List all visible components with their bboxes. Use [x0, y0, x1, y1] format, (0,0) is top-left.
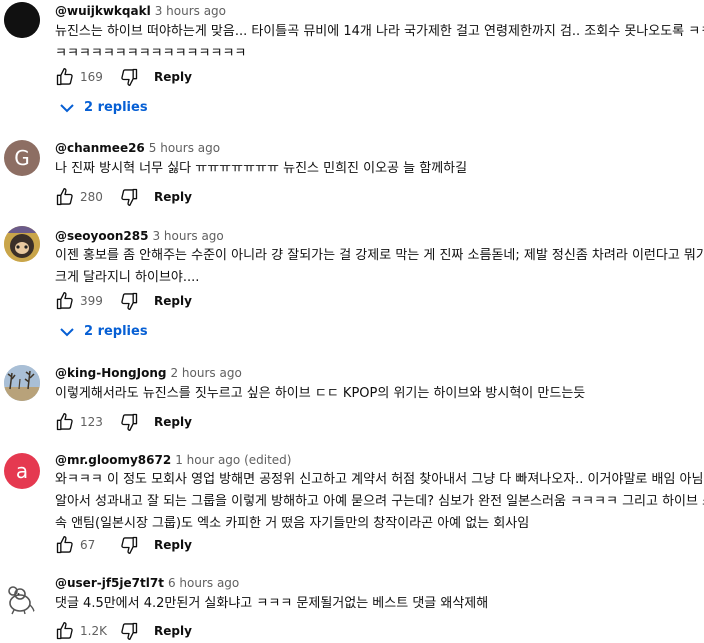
thumbs-down-icon — [121, 413, 138, 431]
replies-count-label: 2 replies — [84, 324, 148, 339]
like-count: 169 — [80, 70, 103, 84]
thumbs-down-icon — [121, 68, 138, 87]
comment-header: @user-jf5je7tl7t 6 hours ago — [55, 576, 239, 590]
comment-line: 댓글 4.5만에서 4.2만된거 실화냐고 ㅋㅋㅋ 문제될거없는 베스트 댓글 … — [55, 596, 489, 611]
like-count: 399 — [80, 294, 103, 308]
comment-text: 이렇게해서라도 뉴진스를 짓누르고 싶은 하이브 ㄷㄷ KPOP의 위기는 하이… — [55, 383, 585, 405]
like-button[interactable] — [54, 534, 76, 556]
reply-button[interactable]: Reply — [154, 70, 192, 84]
thumbs-up-icon — [56, 536, 73, 554]
reply-button[interactable]: Reply — [154, 190, 192, 204]
comment-text: 댓글 4.5만에서 4.2만된거 실화냐고 ㅋㅋㅋ 문제될거없는 베스트 댓글 … — [55, 593, 488, 615]
comment-line: 속 앤팀(일본시장 그룹)도 엑소 카피한 거 떴음 자기들만의 창작이라곤 아… — [55, 516, 530, 531]
author-handle[interactable]: @wuijkwkqakl — [55, 4, 151, 18]
reply-button[interactable]: Reply — [154, 538, 192, 552]
author-handle[interactable]: @mr.gloomy8672 — [55, 453, 171, 467]
comment-line: 알아서 성과내고 잘 되는 그룹을 이렇게 방해하고 아예 묻으려 구는데? 심… — [55, 494, 704, 509]
like-count: 123 — [80, 415, 103, 429]
dislike-button[interactable] — [118, 534, 140, 556]
comment-line: 이젠 홍보를 좀 안해주는 수준이 아니라 걍 잘되가는 걸 강제로 막는 게 … — [55, 248, 704, 263]
chevron-down-icon — [60, 103, 74, 112]
dislike-button[interactable] — [118, 411, 140, 433]
thumbs-up-icon — [56, 188, 73, 206]
comment-actions: 169 Reply — [54, 65, 192, 89]
view-replies-button[interactable]: 2 replies — [60, 100, 148, 115]
avatar-image — [0, 577, 40, 617]
chevron-down-icon — [60, 327, 74, 336]
comment-text: 와ㅋㅋㅋ 이 정도 모회사 영업 방해면 공정위 신고하고 계약서 허점 찾아내… — [55, 469, 704, 535]
thumbs-up-icon — [56, 622, 73, 640]
comment-line: 이렇게해서라도 뉴진스를 짓누르고 싶은 하이브 ㄷㄷ KPOP의 위기는 하이… — [55, 386, 586, 401]
thumbs-up-icon — [56, 292, 73, 310]
avatar-image — [4, 365, 40, 401]
comment-header: @seoyoon285 3 hours ago — [55, 229, 224, 243]
comment-line: 크게 달라지니 하이브야.... — [55, 270, 200, 285]
thumbs-up-icon — [56, 68, 73, 86]
author-handle[interactable]: @seoyoon285 — [55, 229, 148, 243]
like-count: 280 — [80, 190, 103, 204]
comment-line: 와ㅋㅋㅋ 이 정도 모회사 영업 방해면 공정위 신고하고 계약서 허점 찾아내… — [55, 472, 704, 487]
comment-header: @chanmee26 5 hours ago — [55, 141, 220, 155]
timestamp[interactable]: 3 hours ago — [155, 4, 226, 18]
author-handle[interactable]: @king-HongJong — [55, 366, 166, 380]
avatar[interactable] — [4, 365, 40, 401]
comment-header: @wuijkwkqakl 3 hours ago — [55, 4, 226, 18]
comment-line: 뉴진스는 하이브 떠야하는게 맞음... 타이틀곡 뮤비에 14개 나라 국가제… — [55, 24, 704, 39]
comment-line: 나 진짜 방시혁 너무 싫다 ㅠㅠㅠㅠㅠㅠㅠ 뉴진스 민희진 이오공 늘 함께하… — [55, 161, 468, 176]
avatar[interactable] — [4, 2, 40, 38]
avatar[interactable]: G — [4, 140, 40, 176]
thumbs-down-icon — [121, 622, 138, 640]
author-handle[interactable]: @chanmee26 — [55, 141, 145, 155]
comment-actions: 1.2K Reply — [54, 619, 192, 643]
timestamp[interactable]: 6 hours ago — [168, 576, 239, 590]
like-button[interactable] — [54, 66, 76, 88]
reply-button[interactable]: Reply — [154, 294, 192, 308]
comment-header: @mr.gloomy8672 1 hour ago (edited) — [55, 453, 291, 467]
thumbs-down-icon — [121, 292, 138, 310]
thumbs-down-icon — [121, 188, 138, 206]
thumbs-up-icon — [56, 413, 73, 431]
timestamp[interactable]: 3 hours ago — [152, 229, 223, 243]
timestamp[interactable]: 1 hour ago (edited) — [175, 453, 291, 467]
avatar-image — [4, 2, 40, 38]
view-replies-button[interactable]: 2 replies — [60, 324, 148, 339]
avatar[interactable] — [4, 226, 40, 262]
like-button[interactable] — [54, 186, 76, 208]
comment-actions: 123 Reply — [54, 410, 192, 434]
timestamp[interactable]: 5 hours ago — [149, 141, 220, 155]
reply-button[interactable]: Reply — [154, 415, 192, 429]
thumbs-down-icon — [121, 536, 138, 554]
comment-text: 이젠 홍보를 좀 안해주는 수준이 아니라 걍 잘되가는 걸 강제로 막는 게 … — [55, 245, 704, 289]
avatar-letter: a — [15, 459, 29, 483]
author-handle[interactable]: @user-jf5je7tl7t — [55, 576, 164, 590]
avatar-letter: G — [14, 146, 30, 170]
comment-header: @king-HongJong 2 hours ago — [55, 366, 242, 380]
timestamp[interactable]: 2 hours ago — [170, 366, 241, 380]
avatar[interactable]: a — [4, 453, 40, 489]
comment-text: 뉴진스는 하이브 떠야하는게 맞음... 타이틀곡 뮤비에 14개 나라 국가제… — [55, 21, 704, 65]
comment-actions: 67 Reply — [54, 533, 192, 557]
dislike-button[interactable] — [118, 66, 140, 88]
comment-actions: 399 Reply — [54, 289, 192, 313]
reply-button[interactable]: Reply — [154, 624, 192, 638]
comment-actions: 280 Reply — [54, 185, 192, 209]
comment-text: 나 진짜 방시혁 너무 싫다 ㅠㅠㅠㅠㅠㅠㅠ 뉴진스 민희진 이오공 늘 함께하… — [55, 158, 467, 180]
dislike-button[interactable] — [118, 620, 140, 642]
avatar-image — [4, 226, 40, 262]
comment-line: ㅋㅋㅋㅋㅋㅋㅋㅋㅋㅋㅋㅋㅋㅋㅋㅋ — [55, 46, 247, 61]
like-button[interactable] — [54, 411, 76, 433]
avatar[interactable] — [0, 577, 40, 617]
like-button[interactable] — [54, 620, 76, 642]
like-button[interactable] — [54, 290, 76, 312]
like-count: 1.2K — [80, 624, 107, 638]
like-count: 67 — [80, 538, 96, 552]
dislike-button[interactable] — [118, 290, 140, 312]
dislike-button[interactable] — [118, 186, 140, 208]
replies-count-label: 2 replies — [84, 100, 148, 115]
